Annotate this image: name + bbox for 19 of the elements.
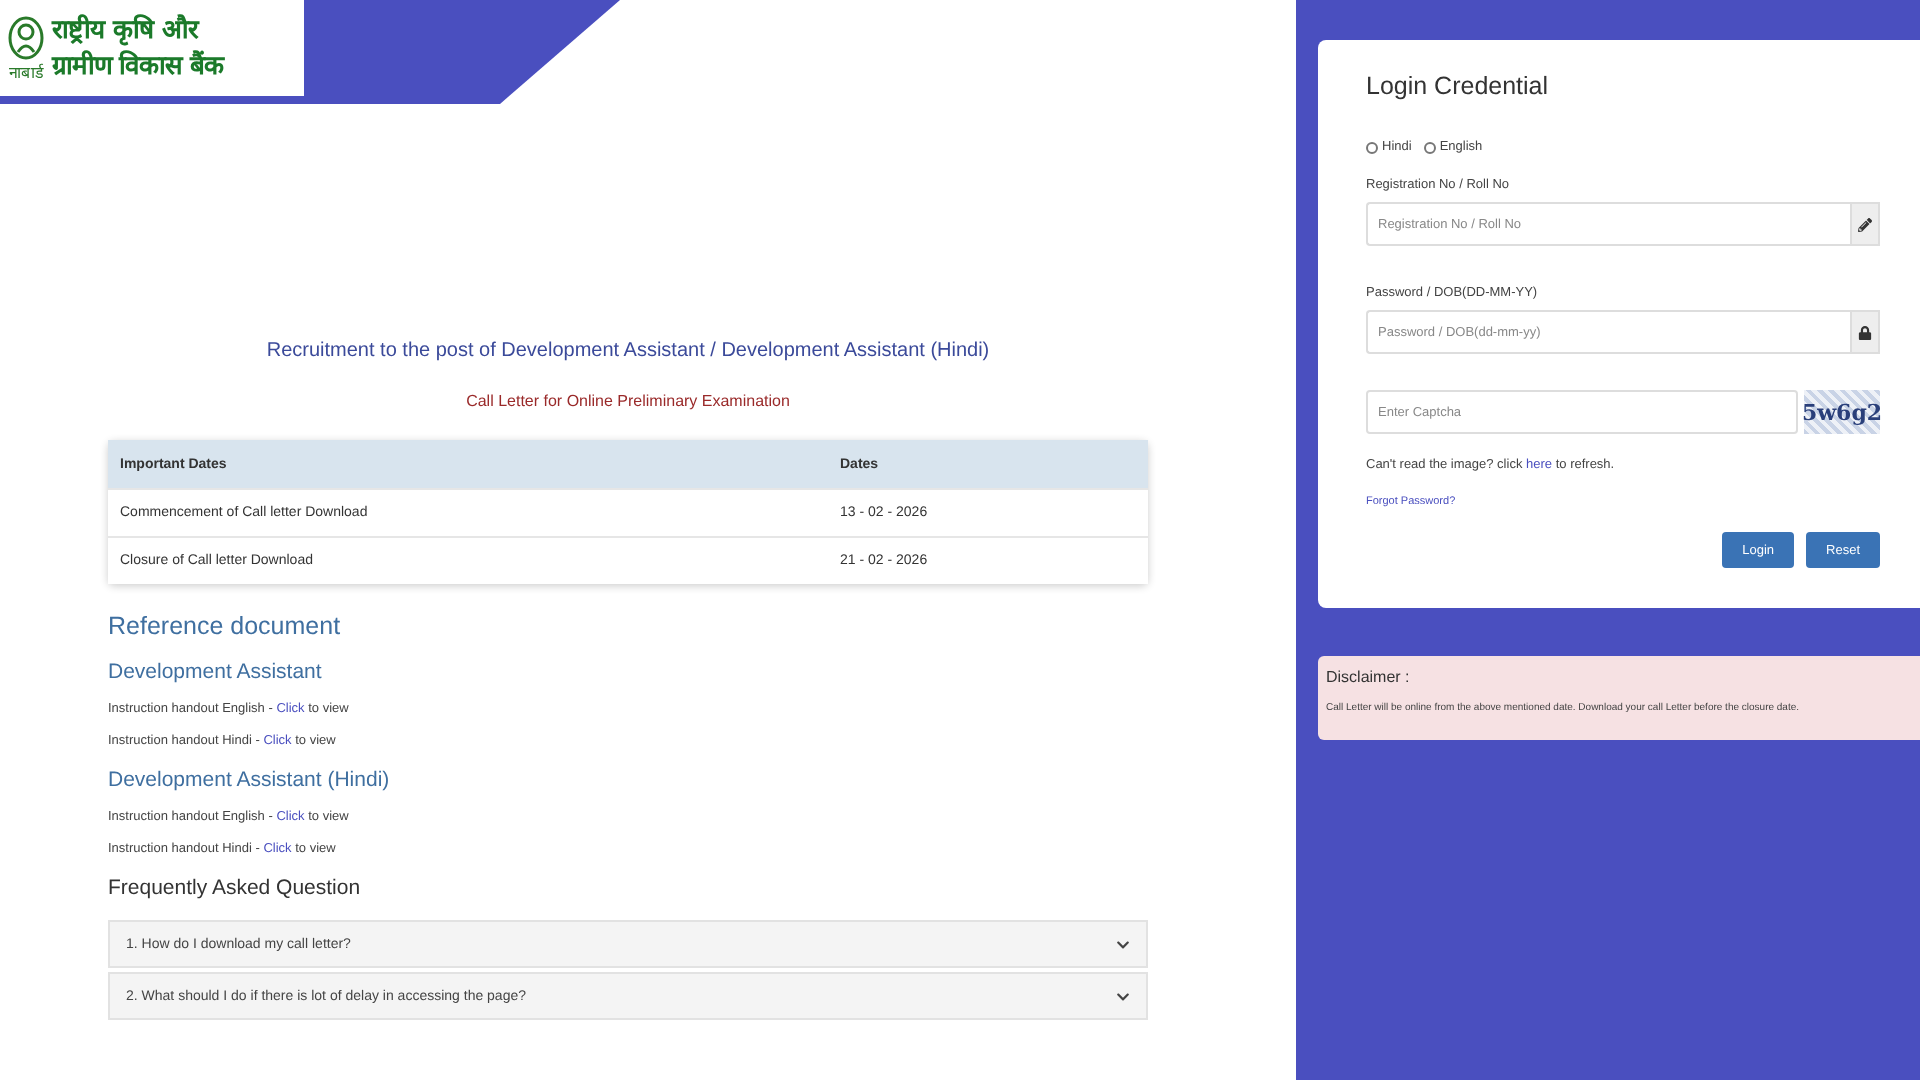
radio-icon[interactable] [1423, 141, 1436, 153]
disclaimer-title: Disclaimer : [1326, 668, 1412, 686]
chevron-down-icon [1116, 989, 1130, 1003]
page-heading: Recruitment to the post of Development Assistant / Development Assistant (Hindi) [266, 340, 990, 362]
card-title: Login Credential [1366, 72, 1551, 100]
radio-icon[interactable] [1366, 141, 1378, 153]
emblem-icon [8, 15, 44, 59]
section-title: Reference document [108, 612, 343, 640]
captcha-image: 5w6g2 [1804, 390, 1880, 434]
page-subheading: Call Letter for Online Preliminary Examination [466, 392, 790, 410]
logo-text: ग्रामीण विकास बैंक [52, 48, 225, 84]
section-title: Frequently Asked Question [108, 876, 363, 900]
logo-caption: नाबार्ड [9, 61, 43, 81]
lock-icon [1858, 325, 1872, 339]
logo-text: राष्ट्रीय कृषि और [52, 12, 202, 48]
chevron-down-icon [1116, 937, 1130, 951]
subsection-title: Development Assistant [108, 660, 324, 684]
subsection-title: Development Assistant (Hindi) [108, 768, 392, 792]
pencil-icon [1858, 217, 1872, 231]
